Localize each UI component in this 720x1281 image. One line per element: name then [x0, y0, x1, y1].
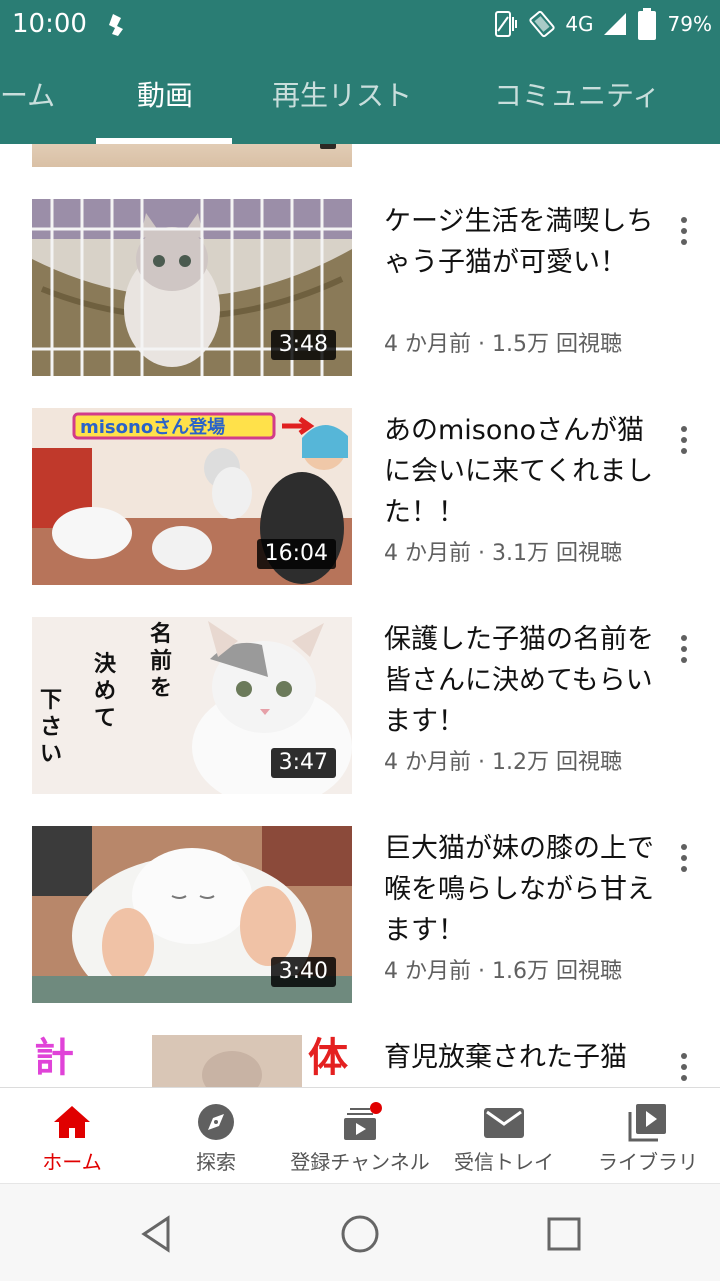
more-options-icon[interactable]	[668, 420, 700, 460]
video-thumbnail[interactable]: 3:48	[32, 199, 352, 376]
thumbnail-text: 名前を	[150, 622, 173, 701]
nav-home-label: ホーム	[42, 1150, 102, 1174]
bottom-navigation: ホーム 探索 登録チャンネル 受信トレイ ライブラリ	[0, 1087, 720, 1184]
more-options-icon[interactable]	[668, 1047, 700, 1087]
tab-playlists[interactable]: 再生リスト	[272, 48, 412, 144]
nav-explore-label: 探索	[196, 1150, 236, 1174]
thumbnail-text: 計	[34, 1035, 74, 1081]
nav-library-label: ライブラリ	[598, 1150, 698, 1174]
battery-icon	[637, 8, 656, 40]
channel-tabs: ーム 動画 再生リスト コミュニティ	[0, 48, 720, 144]
nav-inbox[interactable]: 受信トレイ	[432, 1088, 576, 1184]
video-title[interactable]: ケージ生活を満喫しちゃう子猫が可愛い！	[384, 201, 654, 283]
video-title[interactable]: 巨大猫が妹の膝の上で喉を鳴らしながら甘えます！	[384, 828, 654, 951]
more-options-icon[interactable]	[668, 211, 700, 251]
tab-home[interactable]: ーム	[0, 48, 55, 144]
more-options-icon[interactable]	[668, 629, 700, 669]
thumbnail-text: misonoさん登場	[80, 417, 226, 438]
thumbnail-text: 体	[308, 1035, 348, 1081]
video-duration: 3:47	[270, 748, 336, 778]
tab-community[interactable]: コミュニティ	[494, 48, 660, 144]
nav-explore[interactable]: 探索	[144, 1088, 288, 1184]
tab-videos[interactable]: 動画	[137, 48, 193, 144]
video-duration: 16:04	[256, 539, 336, 569]
network-type: 4G	[565, 12, 594, 36]
video-meta: 4 か月前 · 1.5万 回視聴	[384, 332, 622, 357]
status-bar: 10:00 4G 79%	[0, 0, 720, 48]
home-icon	[54, 1106, 90, 1138]
video-duration	[320, 144, 336, 149]
abandoned-kitten-image	[32, 1035, 352, 1087]
more-options-icon[interactable]	[668, 838, 700, 878]
video-list[interactable]: 3:48 ケージ生活を満喫しちゃう子猫が可愛い！ 4 か月前 · 1.5万 回視…	[0, 144, 720, 1087]
video-thumbnail[interactable]: misonoさん登場 16:04	[32, 408, 352, 585]
nav-subscriptions[interactable]: 登録チャンネル	[288, 1088, 432, 1184]
video-thumbnail[interactable]: 3:40	[32, 826, 352, 1003]
video-thumbnail[interactable]: 計 体	[32, 1035, 352, 1087]
nav-library[interactable]: ライブラリ	[576, 1088, 720, 1184]
video-duration: 3:48	[270, 330, 336, 360]
thumbnail-text: 下さい	[40, 688, 63, 767]
signal-icon	[603, 13, 626, 35]
status-icons: 4G 79%	[489, 6, 712, 42]
video-title[interactable]: 育児放棄された子猫	[384, 1037, 654, 1078]
video-meta: 4 か月前 · 3.1万 回視聴	[384, 541, 622, 566]
video-meta: 4 か月前 · 1.6万 回視聴	[384, 959, 622, 984]
nav-inbox-label: 受信トレイ	[454, 1150, 554, 1174]
nav-subscriptions-label: 登録チャンネル	[290, 1150, 430, 1174]
explore-icon	[198, 1104, 234, 1140]
vibrate-icon	[495, 11, 518, 37]
wifi-icon	[529, 10, 555, 38]
back-icon[interactable]	[134, 1212, 178, 1256]
inbox-icon	[484, 1108, 524, 1138]
video-meta: 4 か月前 · 1.2万 回視聴	[384, 750, 622, 775]
thumbnail-text: 決めて	[94, 652, 117, 731]
video-item[interactable]: 3:48 ケージ生活を満喫しちゃう子猫が可愛い！ 4 か月前 · 1.5万 回視…	[0, 199, 720, 379]
video-item[interactable]: 名前を 決めて 下さい 3:47 保護した子猫の名前を皆さんに決めてもらいます！…	[0, 617, 720, 797]
system-navigation-bar	[0, 1183, 720, 1281]
video-title[interactable]: あのmisonoさんが猫に会いに来てくれました！！	[384, 410, 654, 533]
status-time: 10:00	[12, 9, 87, 39]
video-title[interactable]: 保護した子猫の名前を皆さんに決めてもらいます！	[384, 619, 654, 742]
video-item[interactable]: 計 体 育児放棄された子猫	[0, 1035, 720, 1087]
video-thumbnail[interactable]: 名前を 決めて 下さい 3:47	[32, 617, 352, 794]
subscriptions-icon	[344, 1102, 382, 1140]
nav-home[interactable]: ホーム	[0, 1088, 144, 1184]
recents-icon[interactable]	[542, 1212, 586, 1256]
battery-percent: 79%	[667, 12, 712, 36]
library-icon	[628, 1104, 666, 1142]
app-notification-icon	[109, 14, 123, 36]
home-circle-icon[interactable]	[338, 1212, 382, 1256]
video-item[interactable]: misonoさん登場 16:04 あのmisonoさんが猫に会いに来てくれました…	[0, 408, 720, 588]
video-item[interactable]: 3:40 巨大猫が妹の膝の上で喉を鳴らしながら甘えます！ 4 か月前 · 1.6…	[0, 826, 720, 1006]
video-duration: 3:40	[270, 957, 336, 987]
partial-video-thumbnail[interactable]	[32, 144, 352, 167]
